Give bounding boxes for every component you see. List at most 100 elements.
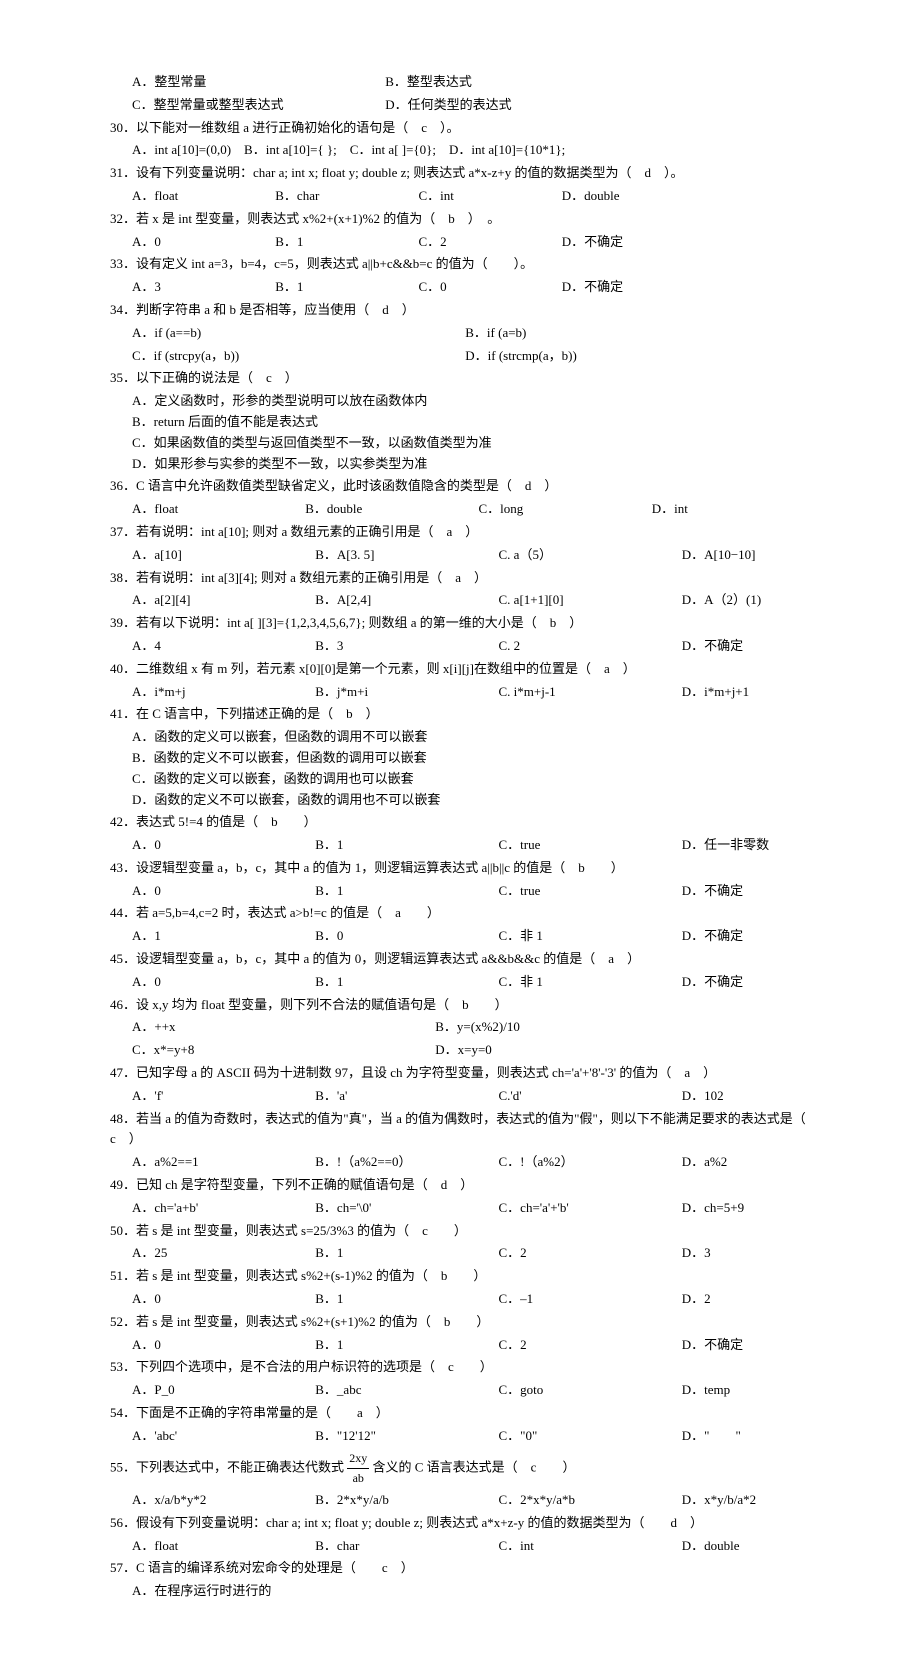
q41-optB: B．函数的定义不可以嵌套，但函数的调用可以嵌套 — [132, 748, 830, 769]
q35-optA: A．定义函数时，形参的类型说明可以放在函数体内 — [132, 391, 830, 412]
q53-optC: C．goto — [499, 1380, 629, 1401]
q39-opts: A．4 B．3 C. 2 D．不确定 — [132, 636, 830, 657]
q46-opts-row2: C．x*=y+8 D．x=y=0 — [132, 1040, 830, 1061]
q55-stem-pre: 55．下列表达式中，不能正确表达代数式 — [110, 1459, 347, 1474]
q34-optC: C．if (strcpy(a，b)) — [132, 346, 412, 367]
q36-opts: A．float B．double C．long D．int — [132, 499, 830, 520]
q48-stem: 48．若当 a 的值为奇数时，表达式的值为"真"，当 a 的值为偶数时，表达式的… — [110, 1109, 830, 1151]
q34-optA: A．if (a==b) — [132, 323, 412, 344]
q56-opts: A．float B．char C．int D．double — [132, 1536, 830, 1557]
q53-optA: A．P_0 — [132, 1380, 262, 1401]
frac-numerator: 2xy — [347, 1449, 369, 1469]
q48-optA: A．a%2==1 — [132, 1152, 262, 1173]
q41-optD: D．函数的定义不可以嵌套，函数的调用也不可以嵌套 — [132, 790, 830, 811]
q38-opts: A．a[2][4] B．A[2,4] C. a[1+1][0] D．A（2）(1… — [132, 590, 830, 611]
q51-optA: A．0 — [132, 1289, 262, 1310]
q55-stem-post: 含义的 C 语言表达式是（ c ） — [373, 1459, 576, 1474]
q55-optC: C．2*x*y/a*b — [499, 1490, 629, 1511]
q51-optC: C．–1 — [499, 1289, 629, 1310]
q39-stem: 39．若有以下说明：int a[ ][3]={1,2,3,4,5,6,7}; 则… — [110, 613, 830, 634]
q34-opts-row2: C．if (strcpy(a，b)) D．if (strcmp(a，b)) — [132, 346, 830, 367]
q31-optD: D．double — [562, 186, 620, 207]
q45-stem: 45．设逻辑型变量 a，b，c，其中 a 的值为 0，则逻辑运算表达式 a&&b… — [110, 949, 830, 970]
q39-optB: B．3 — [315, 636, 445, 657]
q37-stem: 37．若有说明：int a[10]; 则对 a 数组元素的正确引用是（ a ） — [110, 522, 830, 543]
q57-optA: A．在程序运行时进行的 — [132, 1581, 830, 1602]
q46-opts-row1: A．++x B．y=(x%2)/10 — [132, 1017, 830, 1038]
q55-stem: 55．下列表达式中，不能正确表达代数式 2xy ab 含义的 C 语言表达式是（… — [110, 1449, 830, 1488]
q46-optA: A．++x — [132, 1017, 382, 1038]
q52-optD: D．不确定 — [682, 1335, 743, 1356]
q56-optB: B．char — [315, 1536, 445, 1557]
q47-optC: C.'d' — [499, 1086, 629, 1107]
q51-opts: A．0 B．1 C．–1 D．2 — [132, 1289, 830, 1310]
q52-optB: B．1 — [315, 1335, 445, 1356]
q32-opts: A．0 B．1 C．2 D．不确定 — [132, 232, 830, 253]
q42-opts: A．0 B．1 C．true D．任一非零数 — [132, 835, 830, 856]
q33-optD: D．不确定 — [562, 277, 623, 298]
q35-optB: B．return 后面的值不能是表达式 — [132, 412, 830, 433]
q43-optB: B．1 — [315, 881, 445, 902]
q54-opts: A．'abc' B．"12'12" C．"0" D．" " — [132, 1426, 830, 1447]
q42-optA: A．0 — [132, 835, 262, 856]
q31-stem: 31．设有下列变量说明：char a; int x; float y; doub… — [110, 163, 830, 184]
q32-optB: B．1 — [275, 232, 365, 253]
q50-optA: A．25 — [132, 1243, 262, 1264]
q54-optD: D．" " — [682, 1426, 741, 1447]
q44-optD: D．不确定 — [682, 926, 743, 947]
q38-stem: 38．若有说明：int a[3][4]; 则对 a 数组元素的正确引用是（ a … — [110, 568, 830, 589]
q52-optA: A．0 — [132, 1335, 262, 1356]
q46-optC: C．x*=y+8 — [132, 1040, 382, 1061]
q44-optC: C．非 1 — [499, 926, 629, 947]
q49-optC: C．ch='a'+'b' — [499, 1198, 629, 1219]
q34-stem: 34．判断字符串 a 和 b 是否相等，应当使用（ d ） — [110, 300, 830, 321]
q40-stem: 40．二维数组 x 有 m 列，若元素 x[0][0]是第一个元素，则 x[i]… — [110, 659, 830, 680]
q29-optB: B．整型表达式 — [385, 72, 472, 93]
q39-optD: D．不确定 — [682, 636, 743, 657]
q50-optD: D．3 — [682, 1243, 711, 1264]
q39-optA: A．4 — [132, 636, 262, 657]
q46-stem: 46．设 x,y 均为 float 型变量，则下列不合法的赋值语句是（ b ） — [110, 995, 830, 1016]
q43-optD: D．不确定 — [682, 881, 743, 902]
q40-optC: C. i*m+j-1 — [499, 682, 629, 703]
q33-opts: A．3 B．1 C．0 D．不确定 — [132, 277, 830, 298]
q38-optC: C. a[1+1][0] — [499, 590, 629, 611]
q43-stem: 43．设逻辑型变量 a，b，c，其中 a 的值为 1，则逻辑运算表达式 a||b… — [110, 858, 830, 879]
q35-stem: 35．以下正确的说法是（ c ） — [110, 368, 830, 389]
q33-optA: A．3 — [132, 277, 222, 298]
q50-stem: 50．若 s 是 int 型变量，则表达式 s=25/3%3 的值为（ c ） — [110, 1221, 830, 1242]
fraction-icon: 2xy ab — [347, 1449, 369, 1488]
q30-opts: A．int a[10]=(0,0) B．int a[10]={ }; C．int… — [132, 140, 830, 161]
q36-optD: D．int — [652, 499, 688, 520]
q48-opts: A．a%2==1 B．!（a%2==0） C．!（a%2） D．a%2 — [132, 1152, 830, 1173]
q40-optA: A．i*m+j — [132, 682, 262, 703]
q31-optA: A．float — [132, 186, 222, 207]
q35-optC: C．如果函数值的类型与返回值类型不一致，以函数值类型为准 — [132, 433, 830, 454]
q34-optD: D．if (strcmp(a，b)) — [465, 346, 577, 367]
q36-optA: A．float — [132, 499, 252, 520]
q49-optB: B．ch='\0' — [315, 1198, 445, 1219]
q40-opts: A．i*m+j B．j*m+i C. i*m+j-1 D．i*m+j+1 — [132, 682, 830, 703]
q31-optB: B．char — [275, 186, 365, 207]
q42-stem: 42．表达式 5!=4 的值是（ b ） — [110, 812, 830, 833]
q57-stem: 57．C 语言的编译系统对宏命令的处理是（ c ） — [110, 1558, 830, 1579]
q41-optC: C．函数的定义可以嵌套，函数的调用也可以嵌套 — [132, 769, 830, 790]
q47-optA: A．'f' — [132, 1086, 262, 1107]
q37-optA: A．a[10] — [132, 545, 262, 566]
q49-optD: D．ch=5+9 — [682, 1198, 744, 1219]
q45-opts: A．0 B．1 C．非 1 D．不确定 — [132, 972, 830, 993]
q56-optD: D．double — [682, 1536, 740, 1557]
q49-opts: A．ch='a+b' B．ch='\0' C．ch='a'+'b' D．ch=5… — [132, 1198, 830, 1219]
q50-opts: A．25 B．1 C．2 D．3 — [132, 1243, 830, 1264]
q36-stem: 36．C 语言中允许函数值类型缺省定义，此时该函数值隐含的类型是（ d ） — [110, 476, 830, 497]
q52-optC: C．2 — [499, 1335, 629, 1356]
q39-optC: C. 2 — [499, 636, 629, 657]
q53-optD: D．temp — [682, 1380, 730, 1401]
q32-optC: C．2 — [419, 232, 509, 253]
q51-stem: 51．若 s 是 int 型变量，则表达式 s%2+(s-1)%2 的值为（ b… — [110, 1266, 830, 1287]
q55-opts: A．x/a/b*y*2 B．2*x*y/a/b C．2*x*y/a*b D．x*… — [132, 1490, 830, 1511]
q41-optA: A．函数的定义可以嵌套，但函数的调用不可以嵌套 — [132, 727, 830, 748]
q55-optD: D．x*y/b/a*2 — [682, 1490, 756, 1511]
q54-optB: B．"12'12" — [315, 1426, 445, 1447]
q45-optA: A．0 — [132, 972, 262, 993]
